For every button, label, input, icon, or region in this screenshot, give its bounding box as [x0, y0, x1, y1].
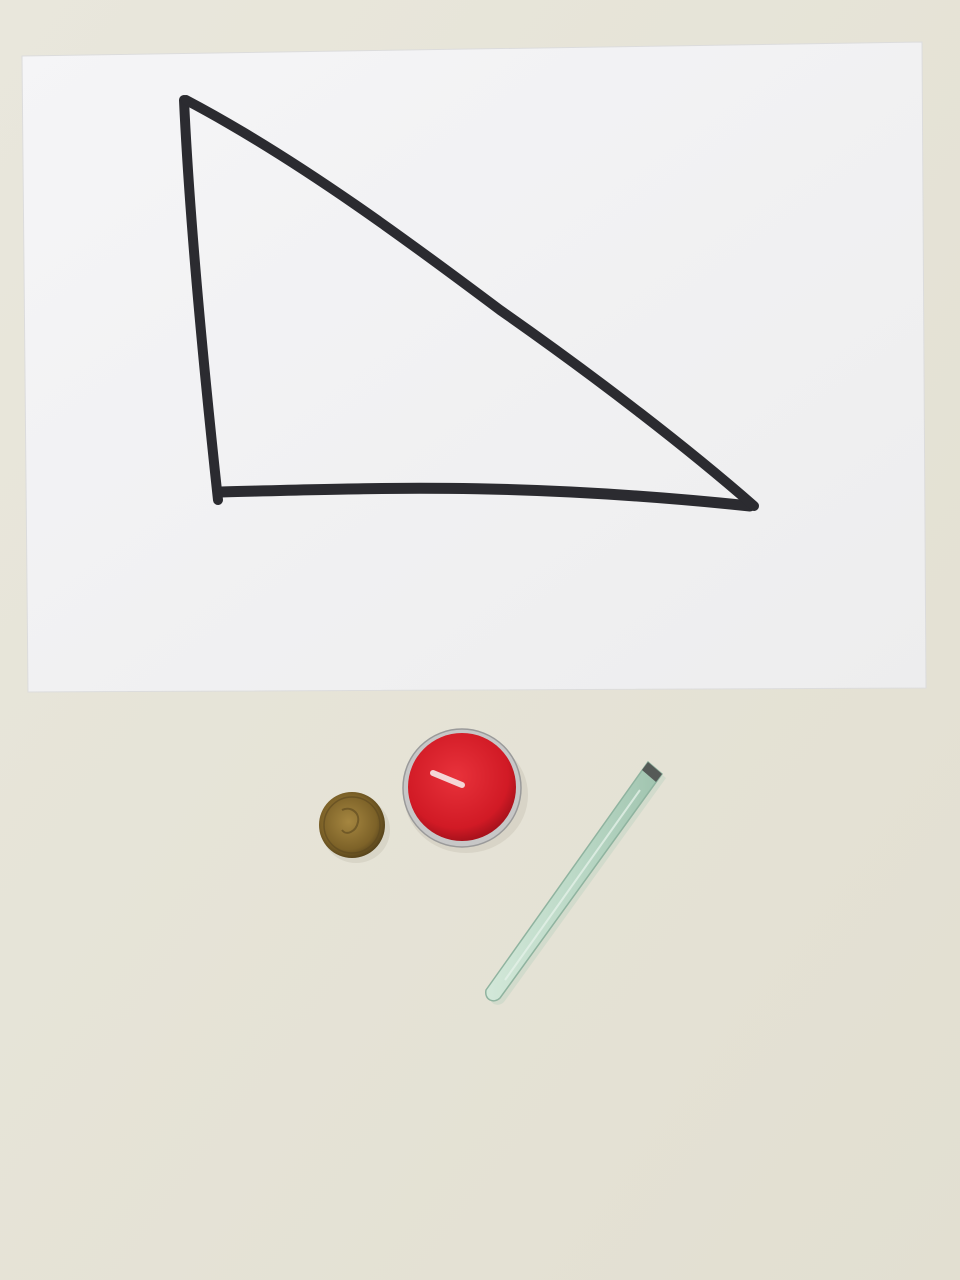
coin [319, 792, 385, 858]
photo-scene [0, 0, 960, 1280]
sheet-of-paper [22, 42, 926, 692]
red-tealight-candle [402, 728, 522, 848]
photo-canvas [0, 0, 960, 1280]
